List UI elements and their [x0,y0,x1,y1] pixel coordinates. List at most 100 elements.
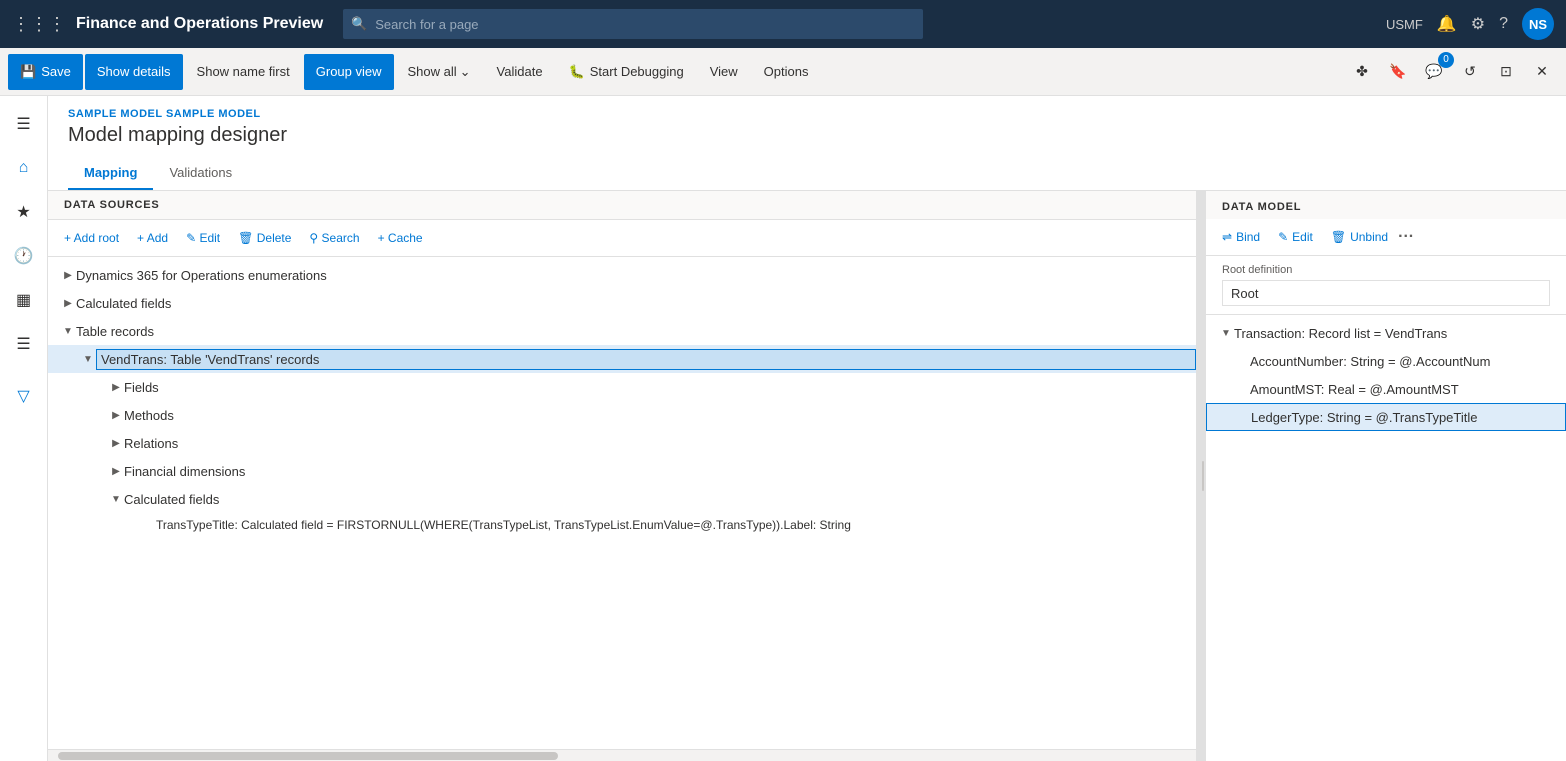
root-def-input[interactable] [1222,280,1550,306]
open-new-button[interactable]: ⊡ [1490,56,1522,88]
tab-mapping[interactable]: Mapping [68,157,153,190]
expand-fin-dim-icon: ▶ [108,463,124,479]
validate-button[interactable]: Validate [485,54,555,90]
group-view-button[interactable]: Group view [304,54,394,90]
tree-item-dynamics[interactable]: ▶ Dynamics 365 for Operations enumeratio… [48,261,1196,289]
tree-item-table-records[interactable]: ▼ Table records [48,317,1196,345]
expand-methods-icon: ▶ [108,407,124,423]
sidebar-filter-icon[interactable]: ▽ [4,376,44,416]
root-def-label: Root definition [1222,264,1550,276]
grid-icon[interactable]: ⋮⋮⋮ [12,14,66,35]
search-icon: 🔍 [351,16,367,32]
show-name-button[interactable]: Show name first [185,54,302,90]
more-options-icon[interactable]: ··· [1398,228,1414,246]
topbar: ⋮⋮⋮ Finance and Operations Preview 🔍 USM… [0,0,1566,48]
cache-button[interactable]: + Cache [370,224,431,252]
expand-dynamics-icon: ▶ [60,267,76,283]
expand-amount-icon [1234,381,1250,397]
show-all-button[interactable]: Show all ⌄ [396,54,483,90]
tree-item-trans-type-title[interactable]: TransTypeTitle: Calculated field = FIRST… [48,513,1196,541]
sidebar-menu-toggle[interactable]: ☰ [4,104,44,144]
tree-item-relations[interactable]: ▶ Relations [48,429,1196,457]
data-sources-header: DATA SOURCES [48,191,1196,220]
right-tree-item-account[interactable]: AccountNumber: String = @.AccountNum [1206,347,1566,375]
chevron-down-icon: ⌄ [460,64,471,80]
company-label: USMF [1386,17,1423,32]
toolbar-right: ✤ 🔖 💬 0 ↺ ⊡ ✕ [1346,56,1558,88]
sidebar-home-icon[interactable]: ⌂ [4,148,44,188]
debug-icon: 🐛 [569,64,585,80]
expand-transaction-icon: ▼ [1218,325,1234,341]
sidebar-recent-icon[interactable]: 🕐 [4,236,44,276]
expand-table-records-icon: ▼ [60,323,76,339]
tree-item-calc-fields-nested[interactable]: ▼ Calculated fields [48,485,1196,513]
bind-icon: ⇌ [1222,230,1232,244]
data-sources-panel: DATA SOURCES + Add root + Add ✎ Edit 🗑 D… [48,191,1200,761]
breadcrumb: SAMPLE MODEL SAMPLE MODEL [68,108,1546,120]
right-tree-item-amount[interactable]: AmountMST: Real = @.AmountMST [1206,375,1566,403]
data-model-toolbar: ⇌ Bind ✎ Edit 🗑 Unbind ··· [1206,219,1566,256]
bookmark-button[interactable]: 🔖 [1382,56,1414,88]
horizontal-scrollbar[interactable] [48,749,1196,761]
tree-item-calc-fields-top[interactable]: ▶ Calculated fields [48,289,1196,317]
close-button[interactable]: ✕ [1526,56,1558,88]
search-button[interactable]: ⚲ Search [301,224,367,252]
user-avatar[interactable]: NS [1522,8,1554,40]
pin-button[interactable]: ✤ [1346,56,1378,88]
search-input[interactable] [343,9,923,39]
tree-item-methods[interactable]: ▶ Methods [48,401,1196,429]
page-title: Model mapping designer [68,124,1546,147]
data-model-header: DATA MODEL [1206,191,1566,219]
search-wrap: 🔍 [343,9,923,39]
bind-button[interactable]: ⇌ Bind [1214,223,1268,251]
add-root-button[interactable]: + Add root [56,224,127,252]
expand-account-icon [1234,353,1250,369]
right-tree-item-ledger[interactable]: LedgerType: String = @.TransTypeTitle [1206,403,1566,431]
topbar-right: USMF 🔔 ⚙ ? NS [1386,8,1554,40]
page-tabs: Mapping Validations [68,157,1546,190]
tab-validations[interactable]: Validations [153,157,248,190]
data-model-panel: DATA MODEL ⇌ Bind ✎ Edit 🗑 Unbind ··· [1206,191,1566,761]
data-model-tree: ▼ Transaction: Record list = VendTrans A… [1206,315,1566,761]
unbind-icon: 🗑 [1331,230,1346,244]
show-details-button[interactable]: Show details [85,54,183,90]
unbind-button[interactable]: 🗑 Unbind [1323,223,1396,251]
gear-icon[interactable]: ⚙ [1471,14,1485,34]
sidebar-list-icon[interactable]: ☰ [4,324,44,364]
app-title: Finance and Operations Preview [76,15,323,33]
tree-item-fin-dim[interactable]: ▶ Financial dimensions [48,457,1196,485]
save-button[interactable]: 💾 Save [8,54,83,90]
options-button[interactable]: Options [752,54,821,90]
notification-badge: 0 [1438,52,1454,68]
sidebar-favorites-icon[interactable]: ★ [4,192,44,232]
bell-icon[interactable]: 🔔 [1437,14,1457,34]
right-tree-item-transaction[interactable]: ▼ Transaction: Record list = VendTrans [1206,319,1566,347]
expand-calc-top-icon: ▶ [60,295,76,311]
data-sources-tree: ▶ Dynamics 365 for Operations enumeratio… [48,257,1196,749]
expand-calc-nested-icon: ▼ [108,491,124,507]
toolbar: 💾 Save Show details Show name first Grou… [0,48,1566,96]
edit-icon: ✎ [1278,230,1288,244]
expand-relations-icon: ▶ [108,435,124,451]
expand-vendtrans-icon: ▼ [80,351,96,367]
content-area: SAMPLE MODEL SAMPLE MODEL Model mapping … [48,96,1566,761]
left-sidebar: ☰ ⌂ ★ 🕐 ▦ ☰ ▽ [0,96,48,761]
tree-item-fields[interactable]: ▶ Fields [48,373,1196,401]
save-icon: 💾 [20,64,36,80]
main-layout: ☰ ⌂ ★ 🕐 ▦ ☰ ▽ SAMPLE MODEL SAMPLE MODEL … [0,96,1566,761]
help-icon[interactable]: ? [1499,15,1508,33]
tree-item-vendtrans[interactable]: ▼ VendTrans: Table 'VendTrans' records [48,345,1196,373]
edit-model-button[interactable]: ✎ Edit [1270,223,1321,251]
sidebar-workspace-icon[interactable]: ▦ [4,280,44,320]
expand-fields-icon: ▶ [108,379,124,395]
start-debugging-button[interactable]: 🐛 Start Debugging [557,54,696,90]
refresh-button[interactable]: ↺ [1454,56,1486,88]
edit-button[interactable]: ✎ Edit [178,224,228,252]
panels-row: DATA SOURCES + Add root + Add ✎ Edit 🗑 D… [48,191,1566,761]
delete-button[interactable]: 🗑 Delete [230,224,299,252]
scrollbar-thumb[interactable] [58,752,558,760]
data-sources-toolbar: + Add root + Add ✎ Edit 🗑 Delete ⚲ Searc… [48,220,1196,257]
add-button[interactable]: + Add [129,224,176,252]
notification-wrap: 💬 0 [1418,56,1450,88]
view-button[interactable]: View [698,54,750,90]
